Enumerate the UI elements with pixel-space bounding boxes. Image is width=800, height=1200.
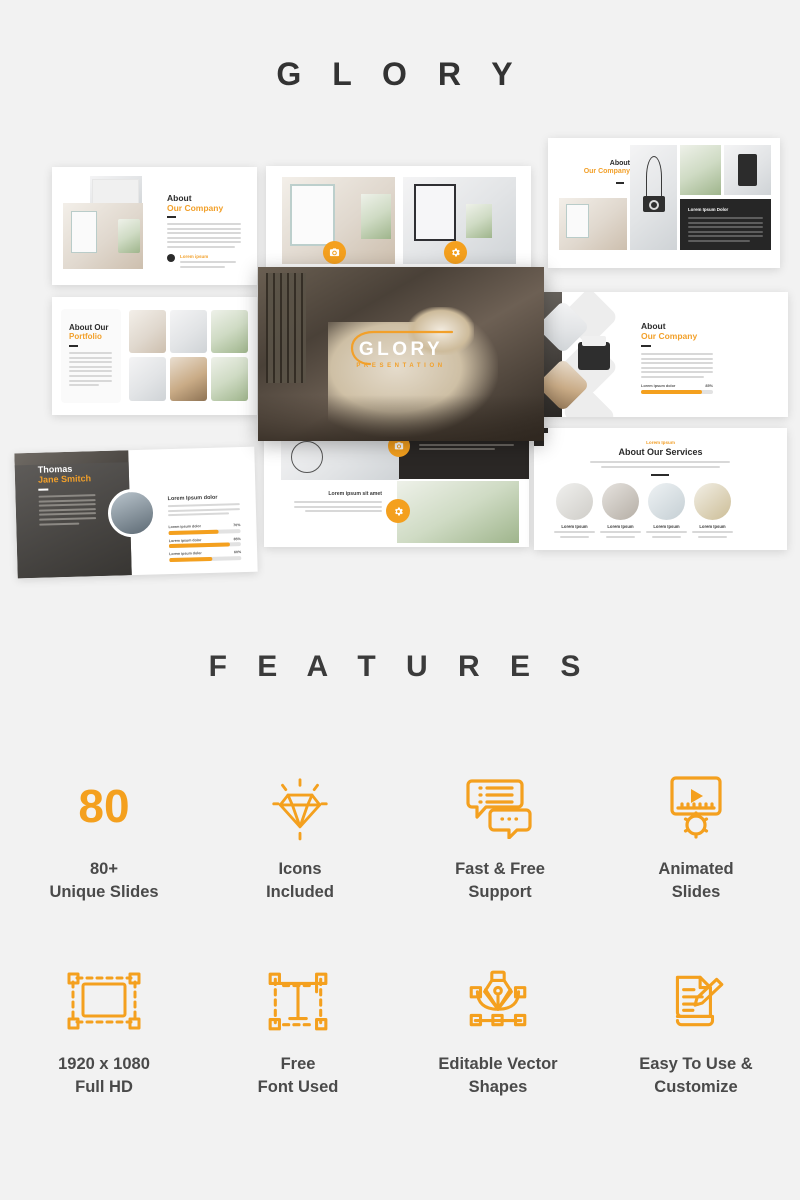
feature-label: Animated Slides (658, 860, 734, 902)
skill-bars: Lorem ipsum dolor 70% Lorem ipsum dolor 85… (168, 523, 242, 562)
features-section-title: F E A T U R E S (208, 650, 592, 683)
progress-bar: Lorem ipsum dolor 85% (641, 384, 713, 394)
feature-label: Free Font Used (257, 1055, 339, 1097)
slide-eyebrow: Lorem Ipsum (646, 440, 675, 445)
diamond-icon (272, 778, 328, 841)
detail-title: Lorem Ipsum dolor (167, 494, 218, 503)
feature-item-editable-vector-shapes: Editable Vector Shapes (398, 955, 598, 1100)
gear-badge-icon[interactable] (444, 241, 467, 264)
slide-title: Thomas Jane Smitch (37, 463, 92, 486)
bullet-gear-icon (167, 254, 175, 262)
feature-label: 1920 x 1080 Full HD (58, 1055, 150, 1097)
hero-subtitle: PRESENTATION (356, 363, 446, 369)
feature-label: 80+ Unique Slides (49, 860, 159, 902)
feature-item-free-font: Free Font Used (198, 955, 398, 1100)
slide-preview-lorem-ipsum-sit-amet[interactable]: Lorem ipsum sit amet (264, 427, 529, 547)
chat-bubbles-icon (466, 779, 532, 839)
document-pencil-icon (675, 975, 724, 1027)
feature-item-unique-slides: 80 80+ Unique Slides (4, 760, 204, 905)
number-80-icon: 80 (78, 780, 130, 832)
slide-preview-gallery-two-up[interactable] (266, 166, 531, 276)
feature-item-icons-included: Icons Included (200, 760, 400, 905)
slide-title: About Our Portfolio (69, 323, 109, 342)
service-card-label: Lorem Ipsum (607, 524, 634, 529)
service-card-label: Lorem Ipsum (699, 524, 726, 529)
slide-heading: Lorem ipsum sit amet (328, 491, 382, 497)
slide-preview-about-our-company-2[interactable]: About Our Company Lorem Ipsum Dolor (548, 138, 780, 268)
feature-label: Icons Included (266, 860, 334, 902)
slide-preview-portfolio[interactable]: About Our Portfolio (52, 297, 257, 415)
slide-preview-hero-glory[interactable]: GLORY PRESENTATION (258, 267, 544, 441)
slide-preview-about-our-company-1[interactable]: About Our Company Lorem ipsum (52, 167, 257, 285)
feature-label: Fast & Free Support (455, 860, 545, 902)
pen-vector-icon (469, 970, 527, 1027)
text-type-icon (268, 972, 328, 1031)
feature-item-full-hd: 1920 x 1080 Full HD (4, 955, 204, 1100)
service-card-label: Lorem Ipsum (561, 524, 588, 529)
slide-preview-about-our-company-3[interactable]: About Our Company Lorem ipsum dolor 85% (538, 292, 788, 417)
slide-body-text (167, 223, 241, 248)
slide-preview-about-our-services[interactable]: Lorem Ipsum About Our Services Lorem Ips… (534, 428, 787, 550)
avatar (107, 488, 157, 538)
poster-page: G L O R Y About Our Company Lorem ipsum (0, 0, 800, 1200)
dark-card-title: Lorem Ipsum Dolor (688, 207, 729, 212)
feature-label: Editable Vector Shapes (438, 1055, 558, 1097)
slide-title: About Our Company (167, 193, 224, 213)
bullet-label: Lorem ipsum (180, 254, 209, 259)
feature-item-easy-to-use: Easy To Use & Customize (596, 955, 796, 1100)
bounding-box-icon (67, 972, 141, 1030)
feature-item-fast-free-support: Fast & Free Support (400, 760, 600, 905)
service-card-label: Lorem Ipsum (653, 524, 680, 529)
feature-label: Easy To Use & Customize (639, 1055, 753, 1097)
slide-title: About Our Services (618, 447, 703, 457)
animated-screen-gear-icon (670, 776, 722, 839)
features-grid: 80 80+ Unique Slides Icons Included Fast… (0, 740, 800, 1140)
hero-logo-text: GLORY (358, 339, 444, 360)
dark-card: Lorem Ipsum Dolor (680, 199, 771, 250)
camera-badge-icon[interactable] (323, 241, 346, 264)
slide-title: About Our Company (641, 321, 698, 341)
slide-preview-mosaic: About Our Company Lorem ipsum About Our … (0, 0, 800, 620)
gear-badge-icon[interactable] (386, 499, 410, 523)
feature-item-animated-slides: Animated Slides (596, 760, 796, 905)
slide-preview-team-profile[interactable]: Thomas Jane Smitch Lorem Ipsum dolor Lor… (14, 446, 258, 579)
slide-title: About Our Company (583, 160, 630, 176)
